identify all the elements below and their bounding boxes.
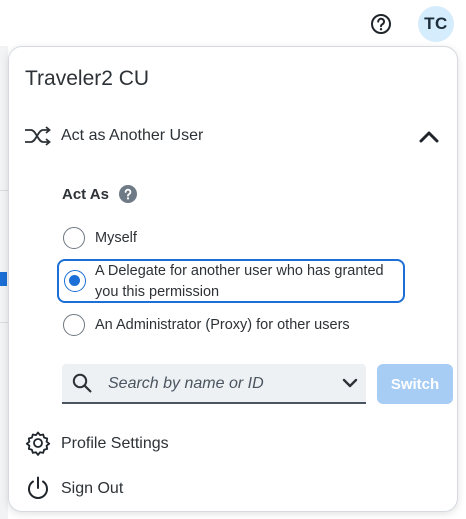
search-input[interactable] — [106, 370, 332, 398]
section-label: Act as Another User — [61, 127, 204, 144]
menu-item-sign-out[interactable]: Sign Out — [9, 471, 457, 505]
menu-item-label: Sign Out — [61, 480, 124, 497]
background-divider — [0, 190, 8, 191]
background-highlight — [0, 272, 7, 286]
power-icon — [28, 476, 48, 499]
background-divider — [0, 322, 8, 323]
chevron-down-icon[interactable] — [342, 377, 358, 389]
menu-item-profile-settings[interactable]: Profile Settings — [9, 426, 457, 460]
gear-icon — [25, 431, 51, 456]
search-icon — [72, 373, 92, 393]
shuffle-icon — [25, 126, 51, 146]
help-circle-icon[interactable] — [119, 185, 137, 203]
act-as-another-user-toggle[interactable]: Act as Another User — [9, 119, 457, 153]
top-bar: TC — [0, 0, 466, 46]
radio-option-myself[interactable]: Myself — [61, 225, 401, 251]
act-as-label: Act As — [62, 186, 109, 203]
panel-title: Traveler2 CU — [25, 67, 150, 90]
radio-label: An Administrator (Proxy) for other users — [95, 317, 350, 333]
radio-option-administrator[interactable]: An Administrator (Proxy) for other users — [61, 313, 401, 339]
question-circle-icon[interactable] — [370, 13, 392, 35]
user-avatar[interactable]: TC — [418, 6, 454, 42]
account-menu-panel: Traveler2 CU Act as Another User Act As … — [8, 46, 458, 512]
user-search-combobox[interactable] — [62, 364, 366, 404]
radio-label: A Delegate for another user who has gran… — [95, 263, 384, 300]
radio-button[interactable] — [63, 227, 85, 249]
radio-option-delegate[interactable]: A Delegate for another user who has gran… — [57, 259, 405, 303]
radio-label: Myself — [95, 230, 137, 246]
radio-button[interactable] — [63, 314, 85, 336]
menu-item-label: Profile Settings — [61, 435, 169, 452]
chevron-up-icon[interactable] — [419, 129, 439, 143]
radio-button-selected[interactable] — [64, 270, 86, 292]
switch-button[interactable]: Switch — [377, 364, 453, 404]
